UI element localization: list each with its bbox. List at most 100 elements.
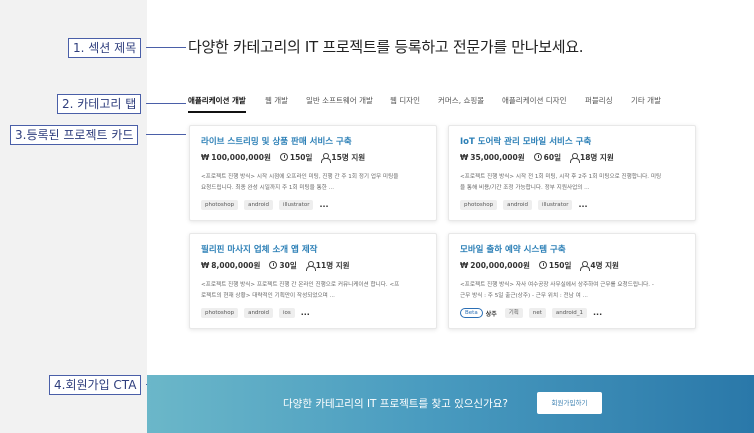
project-card[interactable]: 모바일 출하 예약 시스템 구축 ₩200,000,000원 150일 4명 지… [448, 233, 696, 329]
duration: 30일 [269, 260, 297, 271]
tab-app-dev[interactable]: 애플리케이션 개발 [188, 95, 246, 106]
project-card[interactable]: IoT 도어락 관리 모바일 서비스 구축 ₩35,000,000원 60일 1… [448, 125, 696, 221]
skill-tag: ios [278, 308, 295, 318]
won-icon: ₩ [460, 152, 469, 162]
annotation-line [146, 103, 186, 104]
skill-tag: 기획 [504, 308, 523, 318]
clock-icon [279, 153, 288, 161]
applicants: 15명 지원 [321, 152, 365, 163]
person-icon [305, 261, 316, 271]
description-line: <프로젝트 진행 방식> 자사 여수공장 사무실에서 상주하여 근무를 요청드립… [460, 282, 654, 288]
tab-app-design[interactable]: 애플리케이션 디자인 [502, 95, 566, 106]
skill-tag: android [503, 200, 532, 210]
project-meta: ₩200,000,000원 150일 4명 지원 [460, 259, 628, 271]
skill-tags: Beta 상주 기획 net android_1 ... [460, 308, 602, 318]
tab-web-dev[interactable]: 웹 개발 [265, 95, 288, 106]
project-description: <프로젝트 진행 방식> 자사 여수공장 사무실에서 상주하여 근무를 요청드립… [460, 280, 686, 302]
cta-text: 다양한 카테고리의 IT 프로젝트를 찾고 있으신가요? [283, 398, 508, 410]
duration: 150일 [538, 260, 572, 271]
signup-cta-banner: 다양한 카테고리의 IT 프로젝트를 찾고 있으신가요? 회원가입하기 [147, 375, 754, 433]
person-icon [580, 261, 591, 271]
won-icon: ₩ [201, 152, 210, 162]
project-title[interactable]: IoT 도어락 관리 모바일 서비스 구축 [460, 135, 591, 147]
budget-value: 200,000,000원 [470, 260, 530, 270]
tab-other-dev[interactable]: 기타 개발 [631, 95, 661, 106]
skill-tag: photoshop [201, 200, 239, 210]
skill-tags: photoshop android illustrator ... [460, 200, 588, 210]
more-tags: ... [300, 308, 310, 317]
applicants: 11명 지원 [305, 260, 350, 271]
project-meta: ₩8,000,000원 30일 11명 지원 [201, 259, 359, 271]
description-line: 을 통해 비용/기간 조정 가능합니다. 정부 지원사업의 ... [460, 185, 590, 191]
skill-tags: photoshop android ios ... [201, 308, 310, 318]
more-tags: ... [319, 200, 329, 209]
more-tags: ... [593, 308, 603, 317]
project-description: <프로젝트 진행 방식> 시작 시점에 오프라인 미팅, 진행 간 주 1회 정… [201, 172, 427, 194]
budget-value: 35,000,000원 [470, 152, 525, 162]
tab-commerce[interactable]: 커머스, 쇼핑몰 [438, 95, 484, 106]
annotation-signup-cta: 4.회원가입 CTA [49, 375, 142, 395]
tab-publishing[interactable]: 퍼블리싱 [585, 95, 613, 106]
budget: ₩200,000,000원 [460, 260, 530, 271]
project-description: <프로젝트 진행 방식> 프로젝트 진행 간 온라인 진행으로 커뮤니케이션 합… [201, 280, 427, 302]
budget: ₩35,000,000원 [460, 152, 525, 163]
applicants-value: 11명 지원 [315, 260, 350, 270]
duration-value: 60일 [543, 152, 561, 162]
project-description: <프로젝트 진행 방식> 시작 전 1회 미팅, 시작 후 2주 1회 미팅으로… [460, 172, 686, 194]
description-line: <프로젝트 진행 방식> 시작 전 1회 미팅, 시작 후 2주 1회 미팅으로… [460, 174, 662, 180]
project-title[interactable]: 모바일 출하 예약 시스템 구축 [460, 243, 566, 255]
duration-value: 30일 [279, 260, 297, 270]
active-tab-indicator [188, 111, 246, 113]
description-line: 로젝트의 현재 상황> 대략적인 기획만이 작성되었으며 ... [201, 293, 335, 299]
signup-button[interactable]: 회원가입하기 [537, 392, 602, 414]
project-title[interactable]: 라이브 스트리밍 및 상품 판매 서비스 구축 [201, 135, 352, 147]
project-meta: ₩35,000,000원 60일 18명 지원 [460, 151, 623, 163]
budget-value: 8,000,000원 [211, 260, 261, 270]
annotation-project-cards: 3.등록된 프로젝트 카드 [10, 125, 139, 145]
skill-tag: illustrator [278, 200, 314, 210]
clock-icon [269, 261, 278, 269]
project-card[interactable]: 필리핀 마사지 업체 소개 앱 제작 ₩8,000,000원 30일 11명 지… [189, 233, 437, 329]
duration: 150일 [279, 152, 313, 163]
applicants-value: 15명 지원 [331, 152, 366, 162]
clock-icon [538, 261, 547, 269]
person-icon [321, 153, 332, 163]
annotation-section-title: 1. 섹션 제목 [68, 38, 142, 58]
duration-value: 150일 [548, 260, 572, 270]
clock-icon [533, 153, 542, 161]
won-icon: ₩ [201, 260, 210, 270]
applicants: 18명 지원 [569, 152, 614, 163]
budget: ₩100,000,000원 [201, 152, 271, 163]
skill-tags: photoshop android illustrator ... [201, 200, 329, 210]
description-line: <프로젝트 진행 방식> 프로젝트 진행 간 온라인 진행으로 커뮤니케이션 합… [201, 282, 400, 288]
annotation-line [146, 134, 186, 135]
applicants: 4명 지원 [580, 260, 619, 271]
budget-value: 100,000,000원 [211, 152, 271, 162]
tab-software-dev[interactable]: 일반 소프트웨어 개발 [306, 95, 373, 106]
project-title[interactable]: 필리핀 마사지 업체 소개 앱 제작 [201, 243, 317, 255]
section-title: 다양한 카테고리의 IT 프로젝트를 등록하고 전문가를 만나보세요. [188, 38, 584, 56]
skill-tag: illustrator [537, 200, 573, 210]
duration: 60일 [533, 152, 561, 163]
description-line: 요청드립니다. 최종 완성 시일까지 주 1회 미팅을 통한 ... [201, 185, 334, 191]
person-icon [569, 153, 580, 163]
project-card[interactable]: 라이브 스트리밍 및 상품 판매 서비스 구축 ₩100,000,000원 15… [189, 125, 437, 221]
project-meta: ₩100,000,000원 150일 15명 지원 [201, 151, 374, 163]
work-type-label: 상주 [485, 310, 497, 318]
skill-tag: photoshop [201, 308, 239, 318]
skill-tag: android_1 [551, 308, 588, 318]
annotation-line [146, 47, 186, 48]
duration-value: 150일 [289, 152, 313, 162]
budget: ₩8,000,000원 [201, 260, 260, 271]
skill-tag: net [528, 308, 546, 318]
applicants-value: 18명 지원 [579, 152, 614, 162]
annotation-category-tabs: 2. 카테고리 탭 [57, 94, 142, 114]
description-line: <프로젝트 진행 방식> 시작 시점에 오프라인 미팅, 진행 간 주 1회 정… [201, 174, 399, 180]
skill-tag: android [244, 308, 273, 318]
description-line: 근무 방식 : 주 5일 출근(상주) - 근무 위치 : 전남 여 ... [460, 293, 588, 299]
tab-web-design[interactable]: 웹 디자인 [390, 95, 420, 106]
skill-tag: android [244, 200, 273, 210]
skill-tag: photoshop [460, 200, 498, 210]
beta-badge: Beta [460, 308, 483, 318]
won-icon: ₩ [460, 260, 469, 270]
